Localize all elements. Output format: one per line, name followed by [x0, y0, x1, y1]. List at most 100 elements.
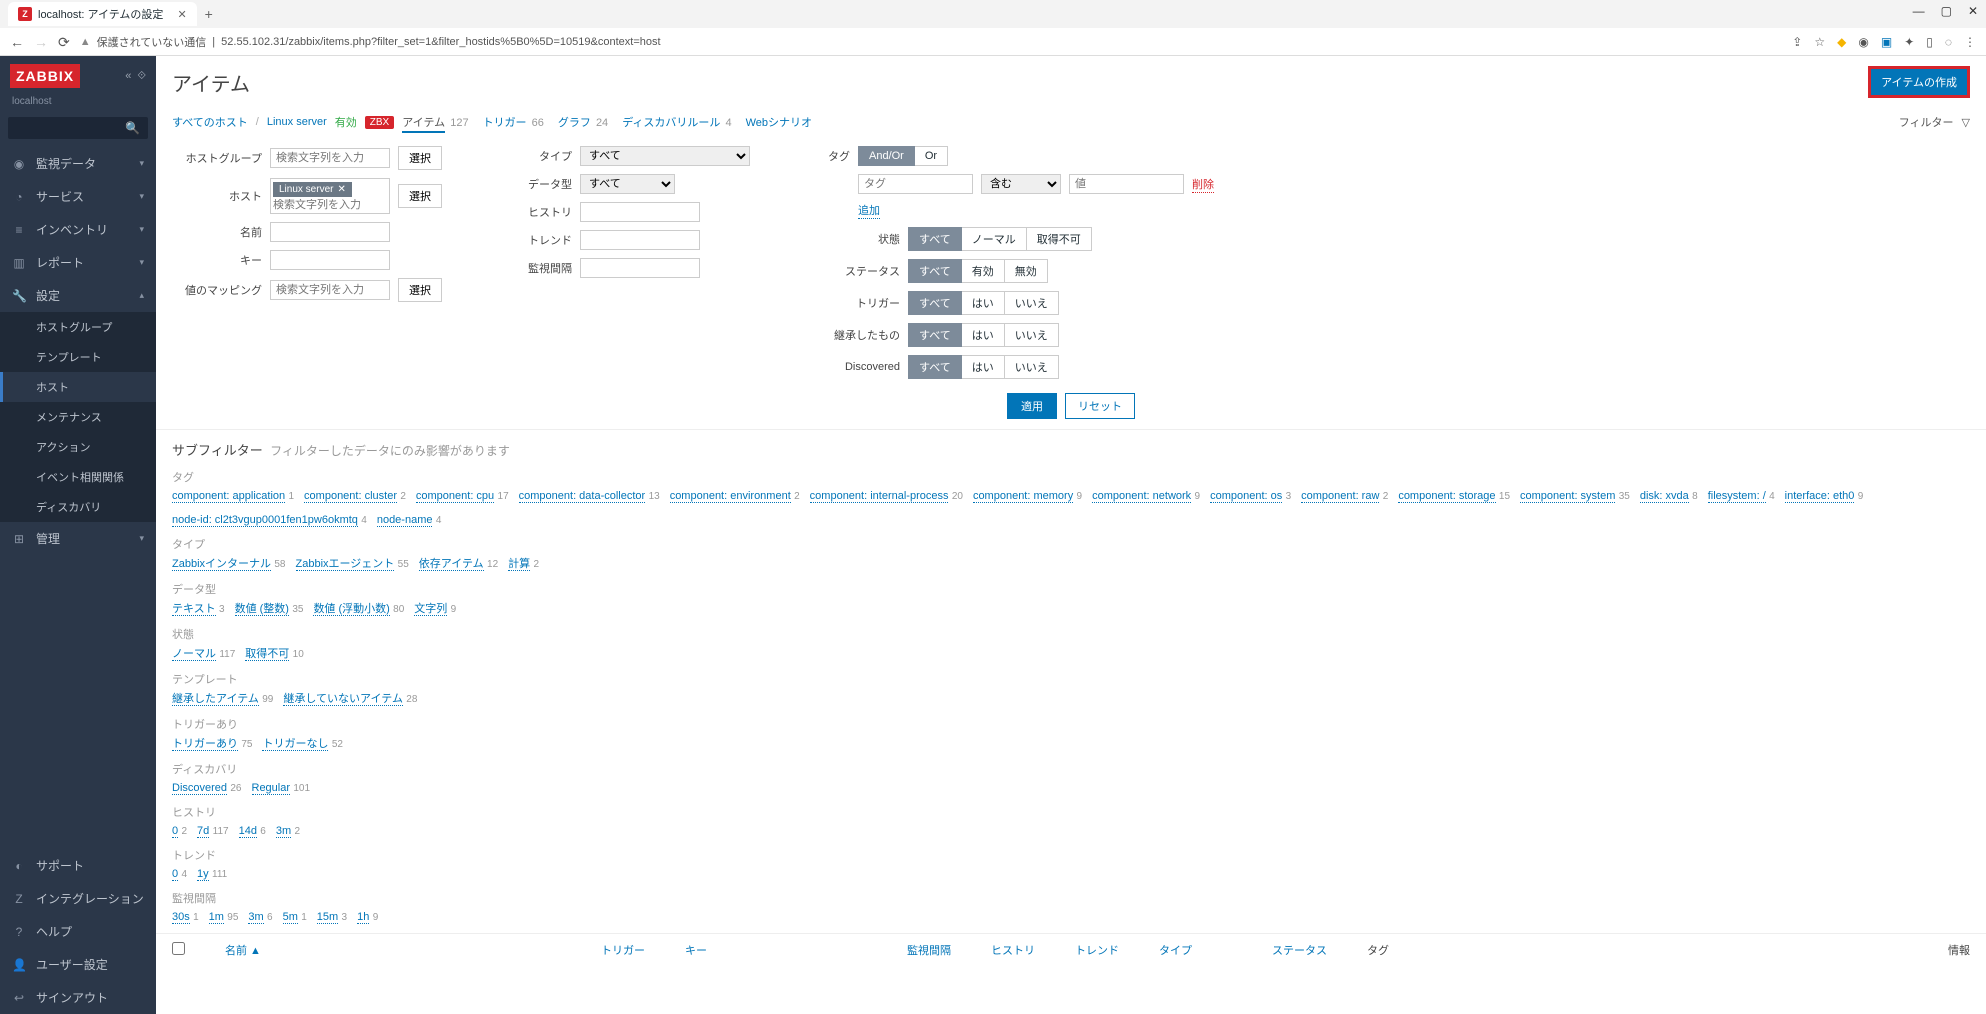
disc-all[interactable]: すべて: [908, 355, 962, 379]
sf-item[interactable]: 文字列 9: [414, 600, 456, 616]
inh-all[interactable]: すべて: [908, 323, 962, 347]
address-bar[interactable]: ▲ 保護されていない通信 | 52.55.102.31/zabbix/items…: [80, 34, 1783, 50]
sf-item[interactable]: Discovered 26: [172, 780, 242, 794]
tab-close-icon[interactable]: ✕: [177, 8, 186, 21]
back-icon[interactable]: ←: [10, 34, 24, 50]
new-tab-icon[interactable]: +: [205, 6, 213, 22]
tag-add-link[interactable]: 追加: [858, 202, 880, 219]
nav-サービス[interactable]: ◔サービス▾: [0, 180, 156, 213]
trig-yes[interactable]: はい: [962, 291, 1005, 315]
sf-item[interactable]: Regular 101: [252, 780, 311, 794]
sf-item[interactable]: 数値 (整数) 35: [235, 600, 304, 616]
sf-item[interactable]: 1m 95: [209, 909, 239, 923]
filter-icon[interactable]: ▽: [1962, 116, 1970, 129]
sf-item[interactable]: 15m 3: [317, 909, 347, 923]
sf-item[interactable]: interface: eth0 9: [1785, 488, 1864, 502]
sf-item[interactable]: 30s 1: [172, 909, 199, 923]
datatype-select[interactable]: すべて: [580, 174, 675, 194]
puzzle-icon[interactable]: ✦: [1904, 35, 1914, 49]
disc-yes[interactable]: はい: [962, 355, 1005, 379]
sf-item[interactable]: component: data-collector 13: [519, 488, 660, 502]
nav-管理[interactable]: ⊞管理▾: [0, 522, 156, 555]
sf-item[interactable]: 3m 6: [248, 909, 272, 923]
hostgroup-input[interactable]: [270, 148, 390, 168]
sf-item[interactable]: component: os 3: [1210, 488, 1291, 502]
sf-item[interactable]: 3m 2: [276, 823, 300, 837]
reset-button[interactable]: リセット: [1065, 393, 1135, 419]
interval-input[interactable]: [580, 258, 700, 278]
subnav-テンプレート[interactable]: テンプレート: [0, 342, 156, 372]
subnav-メンテナンス[interactable]: メンテナンス: [0, 402, 156, 432]
state-all[interactable]: すべて: [908, 227, 962, 251]
bc-host[interactable]: Linux server: [267, 116, 327, 128]
sf-item[interactable]: component: application 1: [172, 488, 294, 502]
sf-item[interactable]: node-id: cl2t3vgup0001fen1pw6okmtq 4: [172, 512, 367, 526]
pin-icon[interactable]: ⟐: [137, 70, 146, 83]
valmap-select-btn[interactable]: 選択: [398, 278, 442, 302]
sf-item[interactable]: component: cluster 2: [304, 488, 406, 502]
key-input[interactable]: [270, 250, 390, 270]
tag-name-input[interactable]: [858, 174, 973, 194]
bc-tab-グラフ[interactable]: グラフ 24: [558, 114, 608, 130]
th-type[interactable]: タイプ: [1159, 942, 1192, 958]
trend-input[interactable]: [580, 230, 700, 250]
forward-icon[interactable]: →: [34, 34, 48, 50]
sf-item[interactable]: 数値 (浮動小数) 80: [313, 600, 404, 616]
name-input[interactable]: [270, 222, 390, 242]
subnav-ディスカバリ[interactable]: ディスカバリ: [0, 492, 156, 522]
sf-item[interactable]: Zabbixインターナル 58: [172, 555, 286, 571]
bc-tab-Webシナリオ[interactable]: Webシナリオ: [746, 114, 814, 130]
sf-item[interactable]: Zabbixエージェント 55: [296, 555, 409, 571]
disc-no[interactable]: いいえ: [1005, 355, 1059, 379]
th-trend[interactable]: トレンド: [1075, 942, 1119, 958]
tag-op-select[interactable]: 含む: [981, 174, 1061, 194]
sf-item[interactable]: 計算 2: [508, 555, 539, 571]
valmap-input[interactable]: [270, 280, 390, 300]
host-chip[interactable]: Linux server ✕: [273, 182, 352, 197]
sf-item[interactable]: component: system 35: [1520, 488, 1630, 502]
trig-all[interactable]: すべて: [908, 291, 962, 315]
sf-item[interactable]: 0 4: [172, 866, 187, 880]
win-maximize-icon[interactable]: ▢: [1941, 4, 1952, 18]
bc-tab-ディスカバリルール[interactable]: ディスカバリルール 4: [622, 114, 731, 130]
inh-yes[interactable]: はい: [962, 323, 1005, 347]
filter-label[interactable]: フィルター: [1899, 114, 1954, 130]
inh-no[interactable]: いいえ: [1005, 323, 1059, 347]
collapse-icon[interactable]: «: [125, 70, 131, 83]
sf-item[interactable]: 1y 111: [197, 866, 227, 880]
nav-インベントリ[interactable]: ≡インベントリ▾: [0, 213, 156, 246]
subnav-イベント相関関係[interactable]: イベント相関関係: [0, 462, 156, 492]
sf-item[interactable]: disk: xvda 8: [1640, 488, 1698, 502]
sf-item[interactable]: ノーマル 117: [172, 645, 235, 661]
subnav-アクション[interactable]: アクション: [0, 432, 156, 462]
nav-サポート[interactable]: ◐サポート: [0, 849, 156, 882]
panel-icon[interactable]: ▯: [1926, 35, 1933, 49]
history-input[interactable]: [580, 202, 700, 222]
trig-no[interactable]: いいえ: [1005, 291, 1059, 315]
hostgroup-select-btn[interactable]: 選択: [398, 146, 442, 170]
win-close-icon[interactable]: ✕: [1968, 4, 1978, 18]
ext1-icon[interactable]: ◆: [1837, 35, 1846, 49]
nav-ヘルプ[interactable]: ?ヘルプ: [0, 915, 156, 948]
sf-item[interactable]: component: network 9: [1092, 488, 1200, 502]
nav-サインアウト[interactable]: ↩サインアウト: [0, 981, 156, 1014]
logo[interactable]: ZABBIX: [10, 64, 80, 88]
th-key[interactable]: キー: [685, 942, 707, 958]
th-status[interactable]: ステータス: [1272, 942, 1327, 958]
status-en[interactable]: 有効: [962, 259, 1005, 283]
share-icon[interactable]: ⇪: [1792, 35, 1802, 49]
sf-item[interactable]: component: cpu 17: [416, 488, 509, 502]
sf-item[interactable]: トリガーなし 52: [262, 735, 342, 751]
nav-インテグレーション[interactable]: Zインテグレーション: [0, 882, 156, 915]
subnav-ホスト[interactable]: ホスト: [0, 372, 156, 402]
win-minimize-icon[interactable]: —: [1913, 4, 1925, 18]
reload-icon[interactable]: ⟳: [58, 34, 70, 51]
sf-item[interactable]: 14d 6: [239, 823, 266, 837]
profile-icon[interactable]: ◌: [1945, 35, 1952, 49]
bc-tab-アイテム[interactable]: アイテム 127: [402, 114, 468, 130]
sf-item[interactable]: 継承していないアイテム 28: [283, 690, 417, 706]
type-select[interactable]: すべて: [580, 146, 750, 166]
state-normal[interactable]: ノーマル: [962, 227, 1027, 251]
sf-item[interactable]: 継承したアイテム 99: [172, 690, 273, 706]
nav-設定[interactable]: 🔧設定▴: [0, 279, 156, 312]
